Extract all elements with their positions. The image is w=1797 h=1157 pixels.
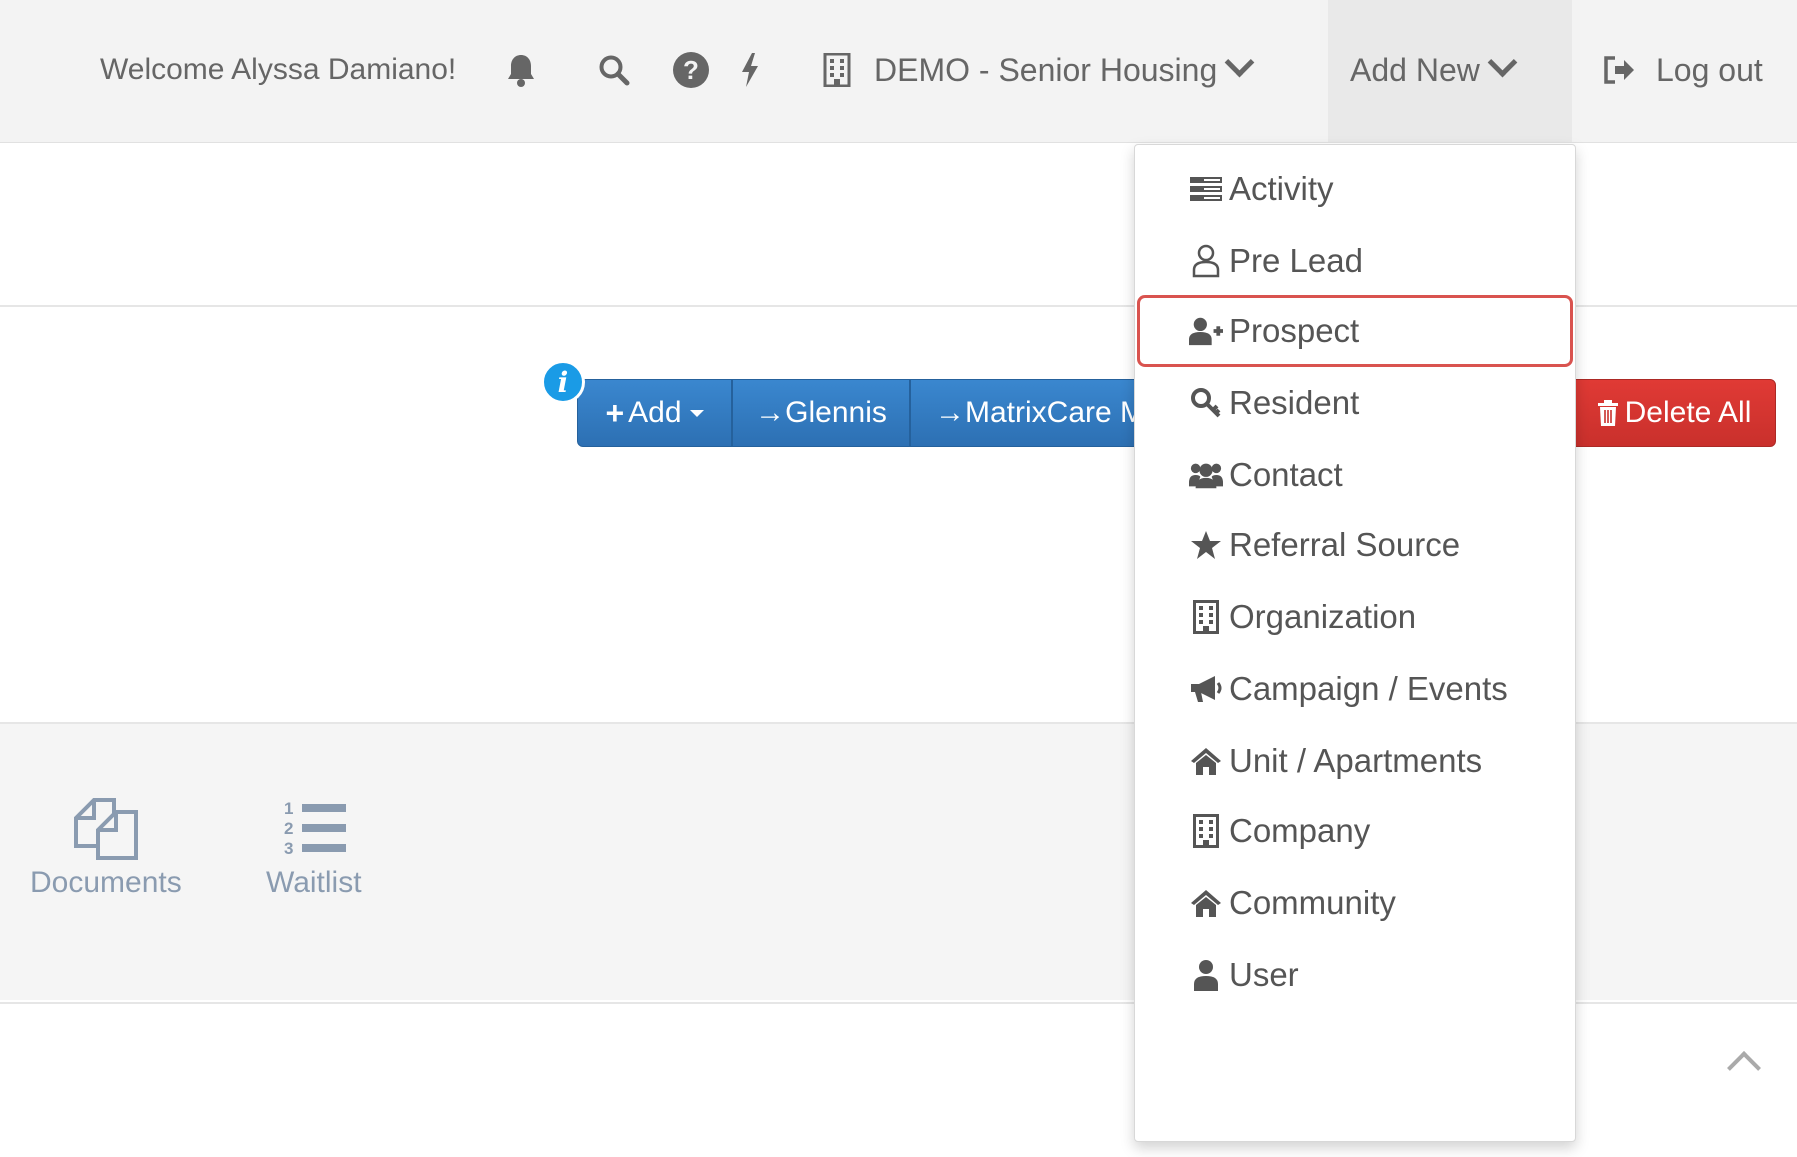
logout-link[interactable]: Log out	[1656, 48, 1763, 92]
chevron-down-icon	[1224, 47, 1255, 78]
home-icon	[1189, 886, 1223, 920]
glennis-button[interactable]: →Glennis	[732, 379, 910, 447]
menu-item-campaign-events[interactable]: Campaign / Events	[1135, 653, 1575, 725]
documents-icon[interactable]	[72, 796, 142, 862]
org-selector[interactable]: DEMO - Senior Housing	[874, 47, 1255, 92]
add-button-label: Add	[628, 396, 682, 429]
home-icon	[1189, 744, 1223, 778]
plus-icon: +	[605, 394, 625, 431]
menu-item-label: Prospect	[1229, 312, 1360, 349]
bolt-icon[interactable]	[738, 48, 762, 92]
bullhorn-icon	[1189, 672, 1223, 706]
top-navbar: Welcome Alyssa Damiano! ? DEMO - Senior …	[0, 0, 1797, 143]
users-icon	[1189, 458, 1223, 492]
menu-item-unit-apartments[interactable]: Unit / Apartments	[1135, 725, 1575, 797]
svg-text:3: 3	[284, 839, 293, 858]
building-icon	[822, 48, 852, 92]
trash-icon	[1597, 400, 1619, 426]
chevron-down-icon	[1487, 47, 1518, 78]
user-outline-icon	[1189, 244, 1223, 278]
menu-item-label: Pre Lead	[1229, 242, 1363, 279]
org-selector-label: DEMO - Senior Housing	[874, 52, 1218, 88]
documents-tile-label[interactable]: Documents	[30, 866, 182, 900]
menu-item-contact[interactable]: Contact	[1135, 439, 1575, 511]
delete-all-button[interactable]: Delete All	[1572, 379, 1776, 447]
bell-icon[interactable]	[504, 48, 538, 92]
star-icon	[1189, 528, 1223, 562]
menu-item-label: Campaign / Events	[1229, 670, 1508, 707]
menu-item-pre-lead[interactable]: Pre Lead	[1135, 225, 1575, 297]
svg-text:2: 2	[284, 819, 293, 838]
help-icon[interactable]: ?	[672, 48, 710, 92]
svg-text:1: 1	[284, 799, 293, 818]
menu-item-label: Referral Source	[1229, 526, 1461, 563]
matrixcare-button[interactable]: →MatrixCare M	[910, 379, 1140, 447]
menu-item-company[interactable]: Company	[1135, 795, 1575, 867]
key-icon	[1189, 386, 1223, 420]
building-icon	[1189, 814, 1223, 848]
sign-out-icon[interactable]	[1602, 48, 1636, 92]
menu-item-resident[interactable]: Resident	[1135, 367, 1575, 439]
menu-item-referral-source[interactable]: Referral Source	[1135, 509, 1575, 581]
menu-item-label: Organization	[1229, 598, 1417, 635]
waitlist-tile-label[interactable]: Waitlist	[266, 866, 362, 900]
menu-item-label: Activity	[1229, 170, 1334, 207]
menu-item-user[interactable]: User	[1135, 939, 1575, 1011]
menu-item-prospect[interactable]: Prospect	[1137, 295, 1573, 367]
add-new-label: Add New	[1350, 52, 1480, 88]
activity-icon	[1189, 172, 1223, 206]
menu-item-activity[interactable]: Activity	[1135, 153, 1575, 225]
menu-item-label: Company	[1229, 812, 1371, 849]
user-plus-icon	[1189, 314, 1223, 348]
add-new-dropdown: Activity Pre Lead Prospect Resident Cont…	[1134, 144, 1576, 1142]
menu-item-organization[interactable]: Organization	[1135, 581, 1575, 653]
menu-item-label: User	[1229, 956, 1299, 993]
svg-text:?: ?	[683, 55, 699, 85]
welcome-text: Welcome Alyssa Damiano!	[100, 53, 457, 86]
caret-down-icon	[689, 409, 704, 417]
info-badge[interactable]: i	[541, 360, 585, 404]
search-icon[interactable]	[596, 48, 632, 92]
menu-item-label: Contact	[1229, 456, 1343, 493]
ordered-list-icon[interactable]: 123	[282, 798, 348, 858]
user-icon	[1189, 958, 1223, 992]
building-icon	[1189, 600, 1223, 634]
menu-item-label: Community	[1229, 884, 1396, 921]
menu-item-label: Unit / Apartments	[1229, 742, 1483, 779]
menu-item-community[interactable]: Community	[1135, 867, 1575, 939]
menu-item-label: Resident	[1229, 384, 1360, 421]
add-button[interactable]: + Add	[577, 379, 732, 447]
add-new-menu[interactable]: Add New	[1350, 47, 1518, 92]
delete-all-label: Delete All	[1624, 396, 1752, 429]
